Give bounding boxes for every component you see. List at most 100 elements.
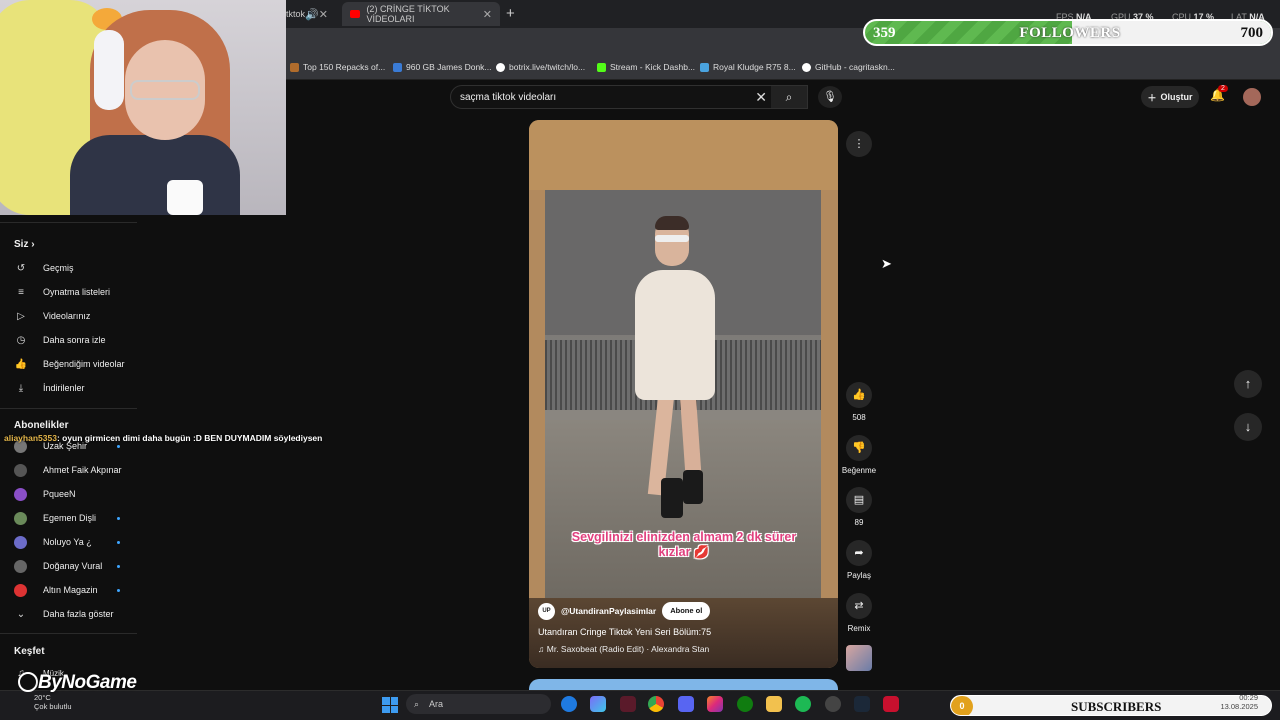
sponsor-logo: ByNoGame: [38, 672, 137, 693]
tab-youtube[interactable]: (2) CRİNGE TİKTOK VİDEOLARI ✕: [342, 2, 500, 26]
cup: [167, 180, 203, 215]
thumbs-down-icon: 👎: [846, 435, 872, 461]
clear-search-icon[interactable]: ✕: [755, 89, 767, 106]
bookmark-icon: [496, 62, 505, 72]
channel-avatar: [14, 583, 27, 597]
windows-start-icon[interactable]: [382, 697, 398, 713]
instagram-icon[interactable]: [707, 696, 723, 712]
share-label: Paylaş: [846, 571, 871, 580]
video-caption: Sevgilinizi elinizden almam 2 dk sürer k…: [571, 530, 797, 559]
glasses: [130, 80, 200, 100]
thumbs-up-icon: 👍: [14, 358, 28, 370]
new-content-dot: [117, 541, 120, 544]
search-button[interactable]: ⌕: [771, 86, 807, 108]
sidebar-sub-item[interactable]: Doğanay Vural: [14, 558, 120, 574]
sidebar-subscriptions-header[interactable]: Abonelikler: [14, 420, 68, 431]
sidebar-item-watch-later[interactable]: ◷ Daha sonra izle: [14, 332, 106, 348]
history-icon: ↺: [16, 262, 26, 274]
sound-thumbnail[interactable]: [840, 645, 878, 671]
mic-icon: 🎙: [823, 91, 837, 103]
playlist-icon: ≡: [18, 286, 24, 298]
short-video-player[interactable]: Sevgilinizi elinizden almam 2 dk sürer k…: [529, 120, 838, 668]
app-icon[interactable]: [883, 696, 899, 712]
like-button[interactable]: 👍 508: [840, 382, 878, 422]
bookmark-item[interactable]: 960 GB James Donk...: [393, 62, 492, 72]
close-tab-icon[interactable]: 🔊✕: [305, 8, 328, 21]
bookmark-icon: [700, 62, 709, 72]
weather-widget[interactable]: 20°C Çok bulutlu: [34, 693, 72, 711]
thumbs-up-icon: 👍: [846, 382, 872, 408]
sidebar-show-more[interactable]: ⌄ Daha fazla göster: [14, 606, 114, 622]
copilot-icon[interactable]: [590, 696, 606, 712]
github-icon: [802, 62, 811, 72]
bookmark-item[interactable]: Stream - Kick Dashb...: [597, 62, 695, 72]
subscribe-button[interactable]: Abone ol: [662, 602, 711, 620]
more-options-button[interactable]: ⋮: [846, 131, 872, 157]
remix-button[interactable]: ⇄ Remix: [840, 593, 878, 633]
next-short-button[interactable]: ↓: [1234, 413, 1262, 441]
xbox-icon[interactable]: [737, 696, 753, 712]
video-icon: ▷: [17, 310, 25, 322]
close-tab-icon[interactable]: ✕: [483, 8, 492, 21]
kick-icon: [597, 62, 606, 72]
sidebar-explore-header: Keşfet: [14, 646, 45, 657]
sound-icon: [846, 645, 872, 671]
tab-tiktok[interactable]: tktok 🔊✕: [286, 2, 336, 26]
obs-icon[interactable]: [825, 696, 841, 712]
edge-icon[interactable]: [561, 696, 577, 712]
new-content-dot: [117, 445, 120, 448]
system-clock[interactable]: 00:29 13.08.2025: [1220, 693, 1258, 711]
sidebar-item-liked[interactable]: 👍 Beğendiğim videolar: [14, 356, 125, 372]
account-avatar[interactable]: [1243, 88, 1261, 106]
chevron-down-icon: ⌄: [16, 608, 26, 620]
comments-button[interactable]: ▤ 89: [840, 487, 878, 527]
sidebar: Siz › ↺ Geçmiş ≡ Oynatma listeleri ▷ Videol…: [0, 215, 137, 695]
voice-search-button[interactable]: 🎙: [818, 86, 842, 108]
bookmark-item[interactable]: Top 150 Repacks of...: [290, 62, 385, 72]
bynogame-logo-icon: [18, 672, 38, 692]
video-music[interactable]: ♫ Mr. Saxobeat (Radio Edit) · Alexandra …: [538, 644, 709, 654]
subscribers-count: 0: [951, 696, 973, 715]
chrome-icon[interactable]: [648, 696, 664, 712]
remix-label: Remix: [847, 624, 871, 633]
channel-avatar: [14, 463, 27, 477]
tab-label: (2) CRİNGE TİKTOK VİDEOLARI: [366, 4, 450, 24]
sidebar-sub-item[interactable]: Ahmet Faik Akpınar: [14, 462, 122, 478]
comment-icon: ▤: [846, 487, 872, 513]
search-input[interactable]: saçma tiktok videoları ✕ ⌕: [450, 85, 808, 109]
sidebar-sub-item[interactable]: Noluyo Ya ¿: [14, 534, 120, 550]
discord-icon[interactable]: [678, 696, 694, 712]
new-tab-button[interactable]: +: [506, 5, 515, 22]
channel-avatar[interactable]: UP: [538, 602, 555, 620]
notifications-button[interactable]: 🔔 2: [1210, 85, 1228, 102]
share-button[interactable]: ➦ Paylaş: [840, 540, 878, 580]
previous-short-button[interactable]: ↑: [1234, 370, 1262, 398]
sidebar-you-header[interactable]: Siz ›: [14, 239, 35, 250]
sidebar-item-history[interactable]: ↺ Geçmiş: [14, 260, 74, 276]
bookmark-item[interactable]: botrix.live/twitch/lo...: [496, 62, 585, 72]
new-content-dot: [117, 517, 120, 520]
channel-name[interactable]: @UtandiranPaylasimlar: [561, 606, 656, 616]
sidebar-item-playlists[interactable]: ≡ Oynatma listeleri: [14, 284, 110, 300]
sidebar-item-your-videos[interactable]: ▷ Videolarınız: [14, 308, 90, 324]
sidebar-sub-item[interactable]: Altın Magazin: [14, 582, 120, 598]
notification-badge: 2: [1218, 85, 1228, 92]
sidebar-sub-item[interactable]: Egemen Dişli: [14, 510, 120, 526]
bookmark-icon: [393, 62, 402, 72]
app-icon[interactable]: [620, 696, 636, 712]
channel-avatar: [14, 559, 27, 573]
bookmark-item[interactable]: Royal Kludge R75 8...: [700, 62, 796, 72]
video-title[interactable]: Utandıran Cringe Tiktok Yeni Seri Bölüm:…: [538, 627, 711, 637]
create-button[interactable]: ＋ Oluştur: [1141, 86, 1199, 108]
bookmark-item[interactable]: GitHub - cagritaskn...: [802, 62, 895, 72]
sidebar-sub-item[interactable]: PqueeN: [14, 486, 76, 502]
dislike-label: Beğenme: [841, 466, 877, 475]
clock-icon: ◷: [16, 334, 26, 346]
taskbar-search[interactable]: ⌕ Ara: [406, 694, 551, 714]
sidebar-item-downloads[interactable]: ⤓ İndirilenler: [14, 380, 85, 396]
dislike-button[interactable]: 👎 Beğenme: [840, 435, 878, 475]
file-explorer-icon[interactable]: [766, 696, 782, 712]
steam-icon[interactable]: [854, 696, 870, 712]
spotify-icon[interactable]: [795, 696, 811, 712]
chat-text: : oyun girmicen dimi daha bugün :D BEN D…: [56, 433, 323, 443]
